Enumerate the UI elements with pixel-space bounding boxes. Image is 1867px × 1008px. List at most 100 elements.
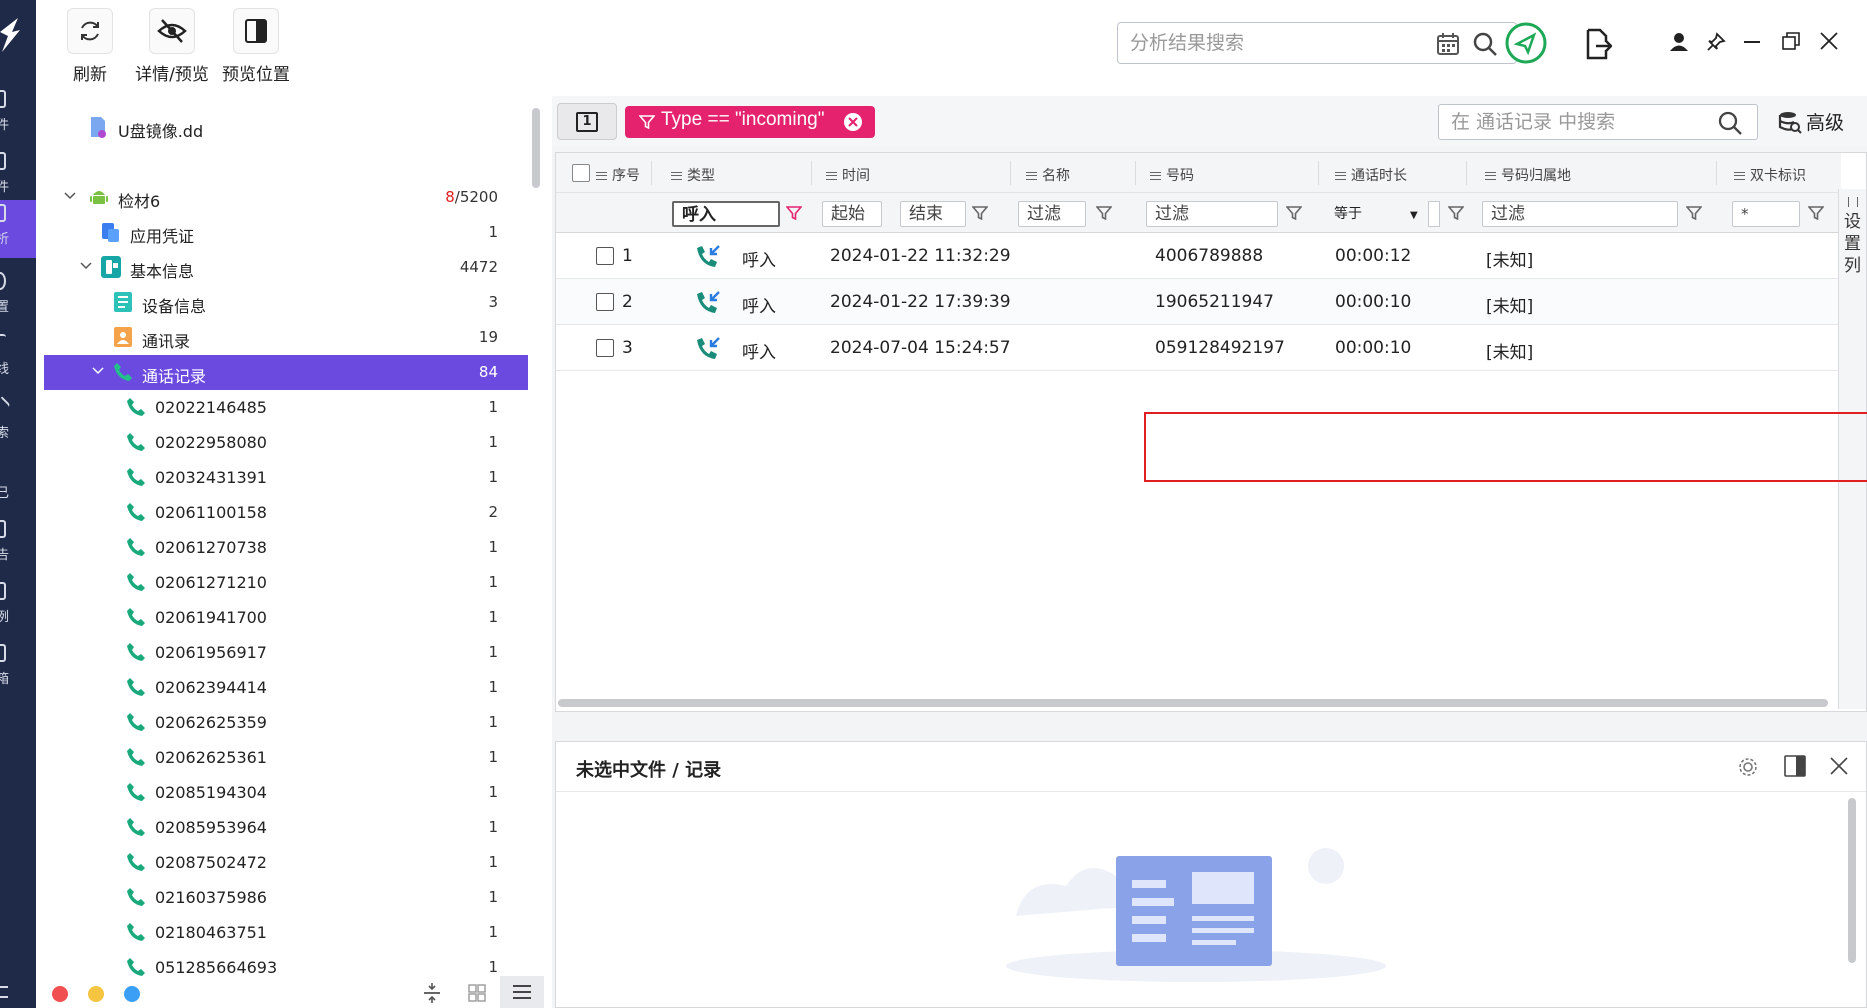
rail-item-5[interactable]: 线 bbox=[0, 330, 36, 386]
col-header-type[interactable]: 类型 bbox=[671, 165, 715, 185]
table-row[interactable]: 2 呼入 2024-01-22 17:39:39 19065211947 00:00:1… bbox=[556, 279, 1841, 325]
page-number-button[interactable]: 1 bbox=[557, 103, 617, 140]
col-header-name[interactable]: 名称 bbox=[1026, 165, 1070, 185]
duration-value-filter[interactable] bbox=[1428, 201, 1440, 227]
location-filter[interactable]: 过滤 bbox=[1482, 201, 1678, 227]
col-header-time[interactable]: 时间 bbox=[826, 165, 870, 185]
tree-item-basic-info[interactable]: 基本信息 4472 bbox=[44, 250, 528, 285]
tree-scrollbar[interactable] bbox=[532, 108, 540, 188]
tree-item-number[interactable]: 02062394414 1 bbox=[44, 670, 528, 705]
tree-item-app-credentials[interactable]: 应用凭证 1 bbox=[44, 215, 528, 250]
close-icon[interactable] bbox=[1820, 32, 1838, 50]
tree-item-number[interactable]: 02061270738 1 bbox=[44, 530, 528, 565]
restore-icon[interactable] bbox=[1782, 32, 1800, 50]
menu-icon[interactable] bbox=[0, 986, 8, 998]
gear-icon[interactable] bbox=[1737, 756, 1759, 778]
tree-item-number[interactable]: 02062625361 1 bbox=[44, 740, 528, 775]
detail-scrollbar[interactable] bbox=[1848, 798, 1856, 963]
rail-item-4[interactable]: 置 bbox=[0, 268, 36, 324]
col-header-duration[interactable]: 通话时长 bbox=[1335, 165, 1407, 185]
time-start-filter[interactable]: 起始 bbox=[822, 201, 882, 227]
search-icon[interactable] bbox=[1717, 110, 1743, 136]
rail-item-2[interactable]: 件 bbox=[0, 148, 36, 204]
advanced-search-button[interactable]: 高级 bbox=[1778, 108, 1858, 136]
refresh-button[interactable]: 刷新 bbox=[60, 8, 120, 85]
minimize-icon[interactable] bbox=[1744, 41, 1760, 43]
active-filter-chip[interactable]: Type == "incoming" bbox=[625, 106, 875, 138]
collapse-icon[interactable] bbox=[422, 982, 442, 1004]
duration-operator-select[interactable]: 等于 ▼ bbox=[1334, 203, 1418, 223]
yellow-dot[interactable] bbox=[88, 986, 104, 1002]
tree-item-number[interactable]: 02022958080 1 bbox=[44, 425, 528, 460]
blue-dot[interactable] bbox=[124, 986, 140, 1002]
tree-item-number[interactable]: 02061956917 1 bbox=[44, 635, 528, 670]
calendar-icon[interactable] bbox=[1436, 32, 1460, 56]
table-search-input[interactable] bbox=[1451, 110, 1711, 134]
row-checkbox[interactable] bbox=[596, 339, 614, 357]
rail-item-10[interactable]: 箱 bbox=[0, 640, 36, 696]
tree-item-number[interactable]: 02032431391 1 bbox=[44, 460, 528, 495]
tree-item-number[interactable]: 02061100158 2 bbox=[44, 495, 528, 530]
tree-item-number[interactable]: 02062625359 1 bbox=[44, 705, 528, 740]
tree-item-number[interactable]: 02022146485 1 bbox=[44, 390, 528, 425]
rail-item-7[interactable]: 已 bbox=[0, 454, 36, 510]
table-h-scrollbar[interactable] bbox=[558, 699, 1828, 707]
panel-right-icon[interactable] bbox=[1784, 755, 1806, 777]
filter-icon[interactable] bbox=[1286, 205, 1302, 221]
tree-item-number[interactable]: 02180463751 1 bbox=[44, 915, 528, 950]
grid-view-icon[interactable] bbox=[468, 984, 486, 1002]
tree-item-number[interactable]: 02087502472 1 bbox=[44, 845, 528, 880]
chevron-down-icon[interactable] bbox=[92, 364, 104, 376]
table-search-box[interactable] bbox=[1438, 104, 1758, 140]
col-header-number[interactable]: 号码 bbox=[1150, 165, 1194, 185]
export-icon[interactable] bbox=[1584, 28, 1612, 60]
preview-position-button[interactable]: 预览位置 bbox=[204, 8, 308, 85]
dual-sim-filter[interactable]: * bbox=[1732, 201, 1800, 227]
row-checkbox[interactable] bbox=[596, 247, 614, 265]
result-search-box[interactable] bbox=[1117, 22, 1517, 64]
filter-icon[interactable] bbox=[1686, 205, 1702, 221]
tree-item-number[interactable]: 02160375986 1 bbox=[44, 880, 528, 915]
filter-icon[interactable] bbox=[1096, 205, 1112, 221]
chevron-down-icon[interactable] bbox=[64, 189, 76, 201]
tree-item-number[interactable]: 02085953964 1 bbox=[44, 810, 528, 845]
tree-item-contacts[interactable]: 通讯录 19 bbox=[44, 320, 528, 355]
tree-item-number[interactable]: 02085194304 1 bbox=[44, 775, 528, 810]
list-view-button[interactable] bbox=[500, 976, 544, 1008]
rail-item-analysis[interactable]: 析 bbox=[0, 200, 36, 258]
rail-item-8[interactable]: 告 bbox=[0, 516, 36, 572]
filter-active-icon[interactable] bbox=[786, 205, 802, 221]
tree-item-call-records[interactable]: 通话记录 84 bbox=[44, 355, 528, 390]
chevron-down-icon[interactable] bbox=[80, 259, 92, 271]
filter-icon[interactable] bbox=[1448, 205, 1464, 221]
select-all-checkbox[interactable] bbox=[572, 164, 590, 182]
time-end-filter[interactable]: 结束 bbox=[900, 201, 966, 227]
name-filter[interactable]: 过滤 bbox=[1018, 201, 1086, 227]
col-header-index[interactable]: 序号 bbox=[596, 165, 640, 185]
close-icon[interactable] bbox=[1830, 757, 1848, 775]
table-row[interactable]: 1 呼入 2024-01-22 11:32:29 4006789888 00:00:12… bbox=[556, 233, 1841, 279]
location-send-icon[interactable] bbox=[1504, 21, 1548, 65]
type-filter[interactable]: 呼入 bbox=[672, 201, 780, 227]
tree-item-number[interactable]: 02061271210 1 bbox=[44, 565, 528, 600]
table-row[interactable]: 3 呼入 2024-07-04 15:24:57 059128492197 00:00:… bbox=[556, 325, 1841, 371]
number-filter[interactable]: 过滤 bbox=[1146, 201, 1278, 227]
rail-item-9[interactable]: 例 bbox=[0, 578, 36, 634]
remove-filter-icon[interactable] bbox=[843, 112, 863, 132]
filter-icon[interactable] bbox=[972, 205, 988, 221]
rail-item-6[interactable]: 索 bbox=[0, 394, 36, 450]
user-icon[interactable] bbox=[1669, 32, 1689, 52]
red-dot[interactable] bbox=[52, 986, 68, 1002]
tree-item-image-file[interactable]: U盘镜像.dd bbox=[44, 110, 528, 145]
filter-icon[interactable] bbox=[1808, 205, 1824, 221]
result-search-input[interactable] bbox=[1130, 31, 1430, 55]
tree-item-device[interactable]: 检材6 8/5200 bbox=[44, 180, 528, 215]
col-header-location[interactable]: 号码归属地 bbox=[1485, 165, 1571, 185]
pin-icon[interactable] bbox=[1706, 32, 1726, 52]
search-icon[interactable] bbox=[1472, 31, 1498, 57]
tree-item-number[interactable]: 02061941700 1 bbox=[44, 600, 528, 635]
col-header-dual-sim[interactable]: 双卡标识 bbox=[1734, 165, 1806, 185]
rail-item-1[interactable]: 件 bbox=[0, 86, 36, 142]
tree-item-device-info[interactable]: 设备信息 3 bbox=[44, 285, 528, 320]
row-checkbox[interactable] bbox=[596, 293, 614, 311]
